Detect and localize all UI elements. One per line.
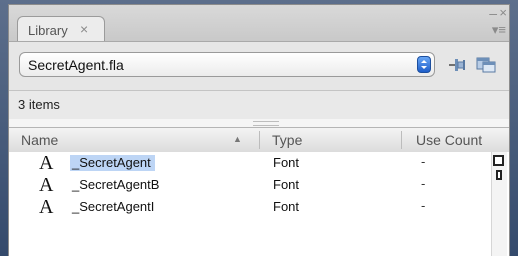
panel-close-icon[interactable]: × [499, 6, 507, 20]
library-status-bar: 3 items [9, 90, 509, 120]
document-select-value: SecretAgent.fla [28, 57, 124, 73]
panel-minimize-icon[interactable]: – [489, 6, 497, 20]
font-symbol-icon: A [39, 196, 54, 218]
item-type: Font [273, 199, 300, 214]
column-header-type[interactable]: Type [272, 132, 302, 148]
item-use-count: - [421, 198, 426, 213]
item-name: _SecretAgentB [72, 177, 160, 192]
pin-library-icon[interactable] [446, 56, 468, 74]
pane-resize-handle[interactable] [253, 121, 279, 126]
library-panel: Library × – × ▾≡ SecretAgent.fla 3 items… [8, 4, 510, 256]
item-use-count: - [421, 176, 426, 191]
scroll-up-button[interactable] [493, 155, 504, 166]
document-select[interactable]: SecretAgent.fla [19, 52, 435, 77]
column-header-name[interactable]: Name [21, 132, 58, 148]
column-divider[interactable] [401, 131, 402, 149]
sort-ascending-icon[interactable]: ▲ [233, 134, 242, 144]
panel-menu-icon[interactable]: ▾≡ [492, 23, 506, 36]
library-item-list: A _SecretAgent Font - A _SecretAgentB Fo… [9, 152, 509, 256]
font-symbol-icon: A [39, 174, 54, 196]
column-header-use-count[interactable]: Use Count [416, 132, 482, 148]
preview-pane [9, 119, 509, 127]
list-header: Name ▲ Type Use Count [9, 127, 509, 153]
library-item-row[interactable]: A _SecretAgentI Font - [9, 196, 491, 218]
library-tab[interactable]: Library × [17, 16, 105, 41]
font-symbol-icon: A [39, 152, 54, 174]
select-stepper-icon[interactable] [417, 56, 431, 73]
library-item-row[interactable]: A _SecretAgentB Font - [9, 174, 491, 196]
new-library-panel-icon[interactable] [475, 56, 497, 74]
item-type: Font [273, 155, 300, 170]
scroll-thumb[interactable] [496, 170, 502, 180]
library-item-row[interactable]: A _SecretAgent Font - [9, 152, 491, 174]
library-tab-label: Library [28, 23, 68, 38]
item-type: Font [273, 177, 300, 192]
tab-close-icon[interactable]: × [80, 21, 88, 37]
column-divider[interactable] [259, 131, 260, 149]
panel-tab-strip: Library × – × ▾≡ [9, 5, 509, 42]
list-scrollbar[interactable] [491, 152, 507, 256]
library-toolbar: SecretAgent.fla [9, 42, 509, 90]
item-name: _SecretAgentI [72, 199, 155, 214]
item-count-label: 3 items [18, 97, 60, 112]
item-use-count: - [421, 154, 426, 169]
item-name: _SecretAgent [70, 155, 155, 171]
